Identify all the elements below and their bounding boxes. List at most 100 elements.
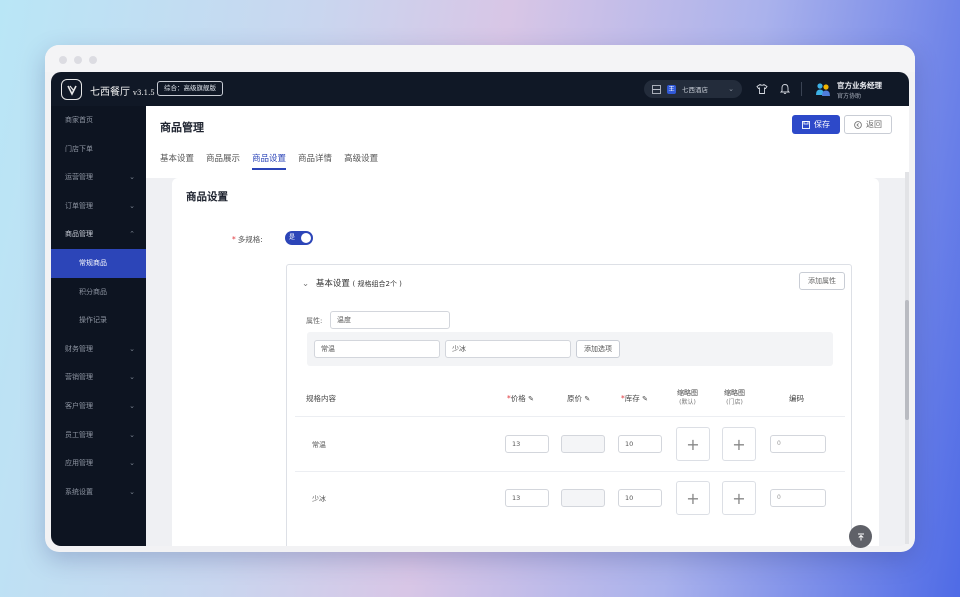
page-title: 商品管理 <box>160 121 204 134</box>
user-name[interactable]: 官方业务经理 <box>837 80 882 91</box>
row-1-original-price-input[interactable] <box>561 435 605 453</box>
sidebar-item-points-products[interactable]: 积分商品 <box>51 278 146 307</box>
tab-advanced-settings[interactable]: 高级设置 <box>344 152 378 172</box>
col-header-spec: 规格内容 <box>306 394 336 403</box>
sidebar-item-products[interactable]: 商品管理 ⌃ <box>51 220 146 249</box>
window-close-dot[interactable] <box>59 56 67 64</box>
sidebar-item-label: 门店下单 <box>65 144 93 153</box>
sidebar-item-label: 员工管理 <box>65 430 93 439</box>
chevron-down-icon: ⌄ <box>129 430 135 439</box>
sidebar-item-label: 操作记录 <box>79 316 107 325</box>
row-1-spec: 常温 <box>312 441 326 449</box>
back-button[interactable]: 返回 <box>844 115 892 134</box>
col-header-thumb-default: 缩略图 (默认) <box>677 388 698 408</box>
sidebar-item-operation-log[interactable]: 操作记录 <box>51 306 146 335</box>
sidebar-item-label: 商家首页 <box>65 116 93 124</box>
row-1-price-input[interactable]: 13 <box>505 435 549 453</box>
top-bar: 七西餐厅 v3.1.5 综合：高级旗舰版 王 七西酒店 ⌄ 官方业务经理 官方协助 <box>51 72 909 106</box>
tab-product-display[interactable]: 商品展示 <box>206 152 240 172</box>
app-frame: 七西餐厅 v3.1.5 综合：高级旗舰版 王 七西酒店 ⌄ 官方业务经理 官方协助… <box>51 72 909 546</box>
row-1-stock-input[interactable]: 10 <box>618 435 662 453</box>
bell-icon[interactable] <box>779 83 791 95</box>
row-1-thumb-store-upload[interactable]: + <box>722 427 756 461</box>
spec-combo-count: ( 规格组合2个 ) <box>352 280 402 288</box>
sidebar-item-label: 客户管理 <box>65 401 93 410</box>
chevron-down-icon: ⌄ <box>129 401 135 410</box>
basic-settings-header[interactable]: ⌄ 基本设置 ( 规格组合2个 ) <box>302 277 402 289</box>
original-price-header-label: 原价 <box>567 394 582 403</box>
sidebar-item-label: 常规商品 <box>79 258 107 267</box>
thumb-store-label: 缩略图 <box>724 389 745 397</box>
save-button[interactable]: 保存 <box>792 115 840 134</box>
option-input-2[interactable]: 少冰 <box>445 340 571 358</box>
stock-header-label: 库存 <box>624 394 640 403</box>
option-input-1[interactable]: 常温 <box>314 340 440 358</box>
basic-settings-title: 基本设置 <box>315 279 350 289</box>
row-divider <box>295 416 845 417</box>
brand-name: 七西餐厅 <box>90 87 130 98</box>
card-title: 商品设置 <box>186 191 228 203</box>
add-attribute-button[interactable]: 添加属性 <box>799 272 845 290</box>
row-2-thumb-store-upload[interactable]: + <box>722 481 756 515</box>
row-1-thumb-default-upload[interactable]: + <box>676 427 710 461</box>
sidebar-item-orders[interactable]: 订单管理 ⌄ <box>51 192 146 221</box>
store-name: 七西酒店 <box>682 86 708 94</box>
edit-icon[interactable]: ✎ <box>528 395 534 403</box>
edit-icon[interactable]: ✎ <box>584 395 590 403</box>
row-2-thumb-default-upload[interactable]: + <box>676 481 710 515</box>
sidebar-item-staff[interactable]: 员工管理 ⌄ <box>51 421 146 450</box>
back-to-top-button[interactable] <box>849 525 872 548</box>
back-label: 返回 <box>866 120 882 129</box>
row-2-stock-input[interactable]: 10 <box>618 489 662 507</box>
row-2-code-input[interactable]: 0 <box>770 489 826 507</box>
chevron-down-icon: ⌄ <box>129 487 135 496</box>
window-minimize-dot[interactable] <box>74 56 82 64</box>
sidebar-item-apps[interactable]: 应用管理 ⌄ <box>51 449 146 478</box>
avatar[interactable] <box>815 81 831 97</box>
multi-spec-toggle[interactable]: 是 <box>285 231 313 245</box>
store-badge: 王 <box>667 84 676 94</box>
sidebar-item-label: 积分商品 <box>79 287 107 296</box>
chevron-down-icon: ⌄ <box>302 279 310 289</box>
add-option-button[interactable]: 添加选项 <box>576 340 620 358</box>
sidebar-item-label: 系统设置 <box>65 487 93 496</box>
row-2-price-input[interactable]: 13 <box>505 489 549 507</box>
chevron-down-icon: ⌄ <box>728 85 734 93</box>
attribute-input[interactable]: 温度 <box>330 311 450 329</box>
row-1-code-input[interactable]: 0 <box>770 435 826 453</box>
back-icon <box>854 120 862 129</box>
topbar-divider <box>801 82 802 96</box>
window-titlebar <box>45 45 915 72</box>
page-header: 商品管理 保存 返回 基本设置 商品展示 商品设置 商品详情 高级设置 <box>146 106 909 178</box>
sidebar-item-operations[interactable]: 运营管理 ⌄ <box>51 163 146 192</box>
settings-card: 商品设置 * 多规格: 是 ⌄ 基本设置 ( 规格组合2个 ) 添加属性 属性: … <box>172 178 879 546</box>
window-maximize-dot[interactable] <box>89 56 97 64</box>
shirt-icon[interactable] <box>756 83 768 95</box>
scrollbar-thumb[interactable] <box>905 300 909 420</box>
edition-badge[interactable]: 综合：高级旗舰版 <box>157 81 223 96</box>
edit-icon[interactable]: ✎ <box>642 395 648 403</box>
spec-table: 规格内容 *价格 ✎ 原价 ✎ *库存 ✎ 缩略图 (默认) 缩略图 (门店) 编码… <box>295 378 845 546</box>
option-strip: 常温 少冰 添加选项 <box>307 332 833 366</box>
sidebar-item-marketing[interactable]: 营销管理 ⌄ <box>51 363 146 392</box>
col-header-code: 编码 <box>789 394 804 403</box>
sidebar-item-home[interactable]: 商家首页 <box>51 106 146 135</box>
row-2-original-price-input[interactable] <box>561 489 605 507</box>
tab-product-details[interactable]: 商品详情 <box>298 152 332 172</box>
store-selector[interactable]: 王 七西酒店 ⌄ <box>644 80 742 98</box>
user-role: 官方协助 <box>837 93 862 100</box>
tab-product-settings[interactable]: 商品设置 <box>252 152 287 172</box>
attribute-label: 属性: <box>306 317 323 325</box>
sidebar-item-label: 订单管理 <box>65 201 93 210</box>
chevron-down-icon: ⌄ <box>129 459 135 468</box>
sidebar-item-regular-products[interactable]: 常规商品 <box>51 248 146 278</box>
col-header-stock: *库存 ✎ <box>621 393 648 404</box>
sidebar-item-finance[interactable]: 财务管理 ⌄ <box>51 335 146 364</box>
sidebar-item-system-settings[interactable]: 系统设置 ⌄ <box>51 478 146 507</box>
sidebar-item-store-order[interactable]: 门店下单 <box>51 135 146 164</box>
sidebar-item-customers[interactable]: 客户管理 ⌄ <box>51 392 146 421</box>
app-version: v3.1.5 <box>133 89 155 97</box>
save-label: 保存 <box>814 120 830 129</box>
tab-basic-settings[interactable]: 基本设置 <box>160 152 194 172</box>
sidebar-item-label: 商品管理 <box>65 230 93 239</box>
